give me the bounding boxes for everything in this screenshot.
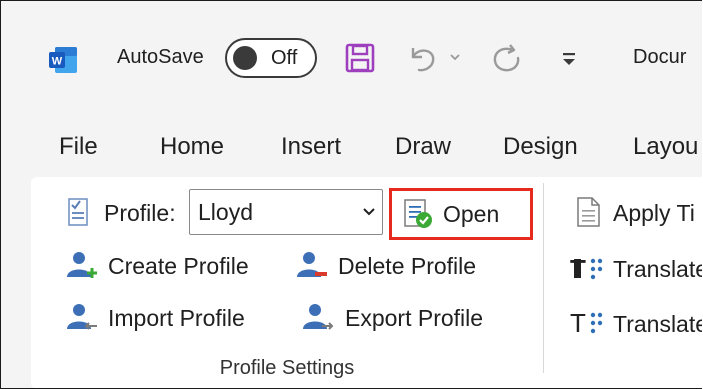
autosave-toggle[interactable]: Off bbox=[225, 38, 317, 78]
word-window: W AutoSave Off Docur File Home Insert Dr… bbox=[0, 0, 702, 389]
group-separator bbox=[543, 183, 544, 373]
profile-value: Lloyd bbox=[198, 199, 253, 225]
chevron-down-icon bbox=[363, 208, 375, 216]
tab-insert[interactable]: Insert bbox=[281, 133, 341, 161]
svg-text:T: T bbox=[570, 308, 586, 337]
tab-layout[interactable]: Layou bbox=[633, 133, 698, 161]
create-profile-label[interactable]: Create Profile bbox=[108, 253, 249, 280]
redo-icon[interactable] bbox=[489, 41, 523, 75]
autosave-label: AutoSave bbox=[117, 46, 204, 68]
export-profile-icon bbox=[303, 304, 334, 330]
delete-profile-label[interactable]: Delete Profile bbox=[338, 253, 476, 280]
tab-home[interactable]: Home bbox=[160, 133, 224, 161]
translate-label-1[interactable]: Translate bbox=[613, 256, 702, 283]
import-profile-icon bbox=[67, 304, 97, 330]
svg-text:W: W bbox=[52, 56, 63, 68]
customize-toolbar-icon[interactable] bbox=[559, 51, 579, 67]
open-label: Open bbox=[443, 201, 500, 227]
import-profile-label[interactable]: Import Profile bbox=[108, 305, 245, 332]
toggle-knob bbox=[233, 46, 257, 70]
profile-label: Profile: bbox=[104, 200, 176, 226]
apply-label[interactable]: Apply Ti bbox=[613, 200, 695, 227]
tab-draw[interactable]: Draw bbox=[395, 133, 451, 161]
word-icon[interactable]: W bbox=[47, 45, 79, 75]
tab-design[interactable]: Design bbox=[503, 133, 578, 161]
chevron-down-icon[interactable] bbox=[447, 43, 463, 71]
group-label-profile-settings: Profile Settings bbox=[219, 357, 355, 379]
export-profile-label[interactable]: Export Profile bbox=[345, 305, 483, 332]
translate-text-icon: T bbox=[570, 308, 603, 337]
undo-icon[interactable] bbox=[405, 41, 439, 75]
autosave-state: Off bbox=[271, 47, 298, 69]
open-document-icon bbox=[404, 199, 432, 228]
open-button[interactable]: Open bbox=[397, 193, 527, 235]
checklist-icon bbox=[68, 198, 88, 226]
tab-file[interactable]: File bbox=[59, 133, 98, 161]
delete-profile-icon bbox=[297, 252, 327, 277]
save-icon[interactable] bbox=[345, 43, 375, 73]
document-title: Docur bbox=[633, 46, 687, 68]
profile-dropdown[interactable]: Lloyd bbox=[189, 189, 383, 235]
apply-document-icon bbox=[577, 197, 600, 227]
translate-icon: T bbox=[570, 254, 603, 283]
create-profile-icon bbox=[67, 252, 97, 278]
title-bar: W AutoSave Off Docur bbox=[1, 1, 702, 111]
translate-label-2[interactable]: Translate bbox=[613, 311, 702, 338]
